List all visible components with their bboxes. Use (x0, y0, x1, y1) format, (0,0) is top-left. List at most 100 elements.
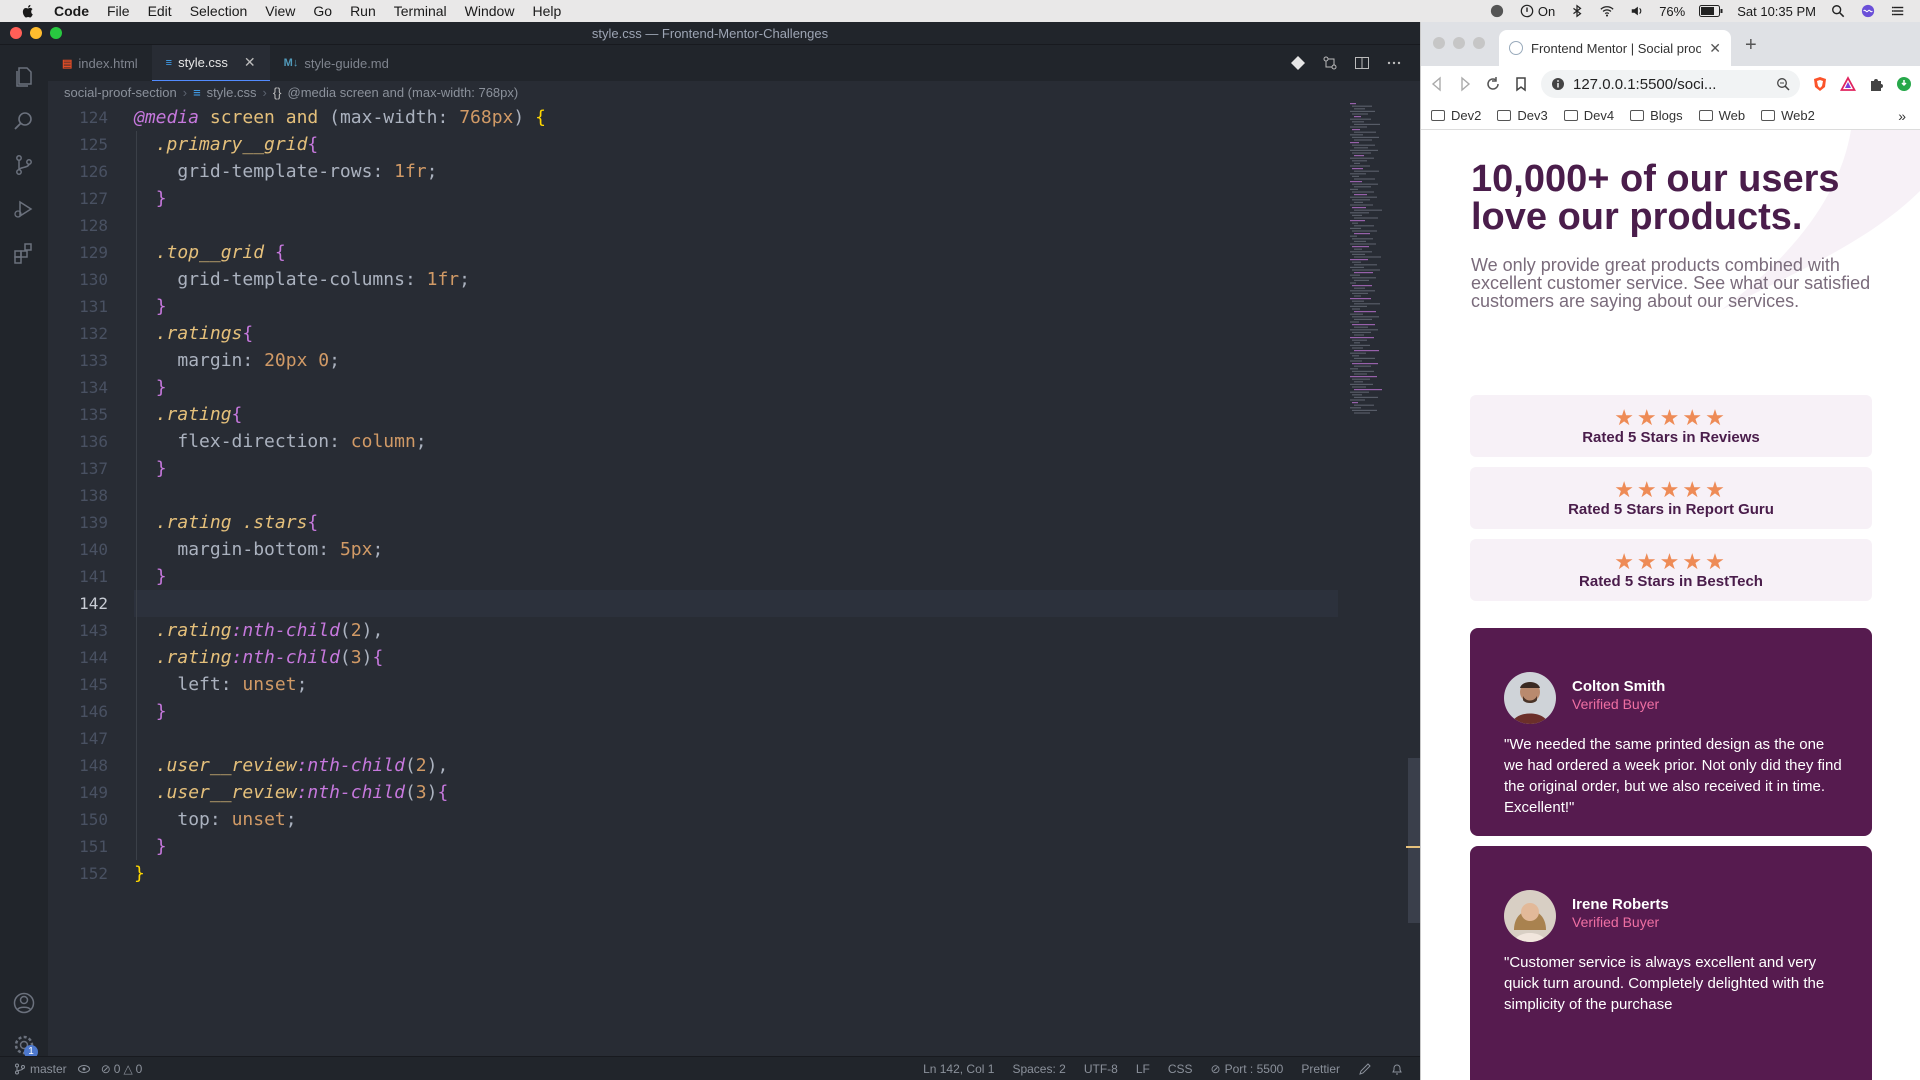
address-bar[interactable]: 127.0.0.1:5500/soci... (1541, 70, 1800, 98)
menu-terminal[interactable]: Terminal (394, 3, 447, 19)
source-control-icon[interactable] (12, 153, 36, 177)
account-icon[interactable] (12, 991, 36, 1015)
bookmark-folder-web2[interactable]: Web2 (1761, 108, 1815, 123)
browser-close-button[interactable] (1433, 37, 1445, 49)
feedback-icon[interactable] (1358, 1062, 1372, 1076)
encoding-status[interactable]: UTF-8 (1084, 1062, 1118, 1076)
code-line[interactable]: } (134, 293, 167, 320)
code-line[interactable]: } (134, 563, 167, 590)
code-editor[interactable]: 124 125 126 127 128 129 130 131 132 133 134 135 136 1… (48, 103, 1420, 1056)
code-line[interactable]: } (134, 833, 167, 860)
menu-file[interactable]: File (107, 3, 130, 19)
indentation-status[interactable]: Spaces: 2 (1012, 1062, 1065, 1076)
profile-extension-icon[interactable] (1896, 76, 1912, 92)
code-line[interactable]: } (134, 698, 167, 725)
control-center-icon[interactable] (1890, 4, 1906, 18)
site-info-icon[interactable] (1551, 77, 1565, 91)
browser-minimize-button[interactable] (1453, 37, 1465, 49)
code-line[interactable]: left: unset; (134, 671, 307, 698)
browser-maximize-button[interactable] (1473, 37, 1485, 49)
forward-icon[interactable] (1457, 76, 1473, 92)
wifi-icon[interactable] (1599, 4, 1615, 18)
menubar-clock[interactable]: Sat 10:35 PM (1737, 4, 1816, 19)
code-line[interactable]: margin-bottom: 5px; (134, 536, 383, 563)
bookmark-folder-blogs[interactable]: Blogs (1630, 108, 1683, 123)
code-line[interactable]: .user__review:nth-child(3){ (134, 779, 449, 806)
bell-icon[interactable] (1390, 1062, 1404, 1076)
menu-run[interactable]: Run (350, 3, 376, 19)
code-line[interactable]: .ratings{ (134, 320, 254, 347)
menu-app-code[interactable]: Code (54, 3, 89, 19)
bookmark-folder-dev3[interactable]: Dev3 (1497, 108, 1548, 123)
scrollbar-thumb[interactable] (1408, 758, 1420, 923)
bookmarks-overflow-icon[interactable]: » (1898, 108, 1920, 124)
breadcrumb-symbol[interactable]: @media screen and (max-width: 768px) (288, 85, 519, 100)
problems-status[interactable]: ⊘ 0 △ 0 (101, 1062, 143, 1076)
code-line[interactable]: .primary__grid{ (134, 131, 319, 158)
apple-icon[interactable] (20, 3, 36, 19)
menu-go[interactable]: Go (313, 3, 332, 19)
status-circle-icon[interactable] (1489, 4, 1505, 18)
sync-icon[interactable] (77, 1063, 91, 1075)
breadcrumb-file[interactable]: style.css (207, 85, 257, 100)
extensions-puzzle-icon[interactable] (1868, 76, 1884, 92)
reload-icon[interactable] (1485, 76, 1501, 92)
code-line[interactable]: } (134, 860, 145, 887)
code-line[interactable]: .top__grid { (134, 239, 286, 266)
tab-style-css[interactable]: ≡ style.css ✕ (151, 45, 270, 81)
explorer-icon[interactable] (12, 65, 36, 89)
new-tab-button[interactable]: + (1745, 34, 1757, 57)
menu-selection[interactable]: Selection (190, 3, 248, 19)
brave-rewards-icon[interactable] (1840, 76, 1856, 92)
split-editor-icon[interactable] (1354, 55, 1370, 71)
live-server-status[interactable]: ⊘ Port : 5500 (1211, 1062, 1284, 1076)
code-line[interactable]: .user__review:nth-child(2), (134, 752, 449, 779)
spotlight-search-icon[interactable] (1830, 4, 1846, 18)
search-icon[interactable] (12, 109, 36, 133)
code-line[interactable]: margin: 20px 0; (134, 347, 340, 374)
close-tab-icon[interactable]: ✕ (1709, 40, 1721, 57)
open-changes-icon[interactable] (1322, 55, 1338, 71)
tab-style-guide-md[interactable]: M↓ style-guide.md (270, 45, 403, 81)
code-line[interactable]: } (134, 374, 167, 401)
prettier-status[interactable]: Prettier (1301, 1062, 1340, 1076)
git-branch-status[interactable]: master (14, 1062, 67, 1076)
breadcrumb-folder[interactable]: social-proof-section (64, 85, 177, 100)
menu-window[interactable]: Window (465, 3, 515, 19)
code-line[interactable]: grid-template-columns: 1fr; (134, 266, 470, 293)
siri-icon[interactable] (1860, 4, 1876, 18)
volume-icon[interactable] (1629, 4, 1645, 18)
bookmark-folder-dev2[interactable]: Dev2 (1431, 108, 1481, 123)
eol-status[interactable]: LF (1136, 1062, 1150, 1076)
menu-view[interactable]: View (265, 3, 295, 19)
bookmark-folder-web[interactable]: Web (1698, 108, 1745, 123)
language-mode[interactable]: CSS (1168, 1062, 1193, 1076)
more-actions-icon[interactable] (1386, 55, 1402, 71)
code-line[interactable]: grid-template-rows: 1fr; (134, 158, 437, 185)
code-line[interactable]: .rating:nth-child(3){ (134, 644, 384, 671)
code-line[interactable]: top: unset; (134, 806, 296, 833)
battery-icon[interactable] (1699, 5, 1723, 17)
back-icon[interactable] (1429, 76, 1445, 92)
bookmark-folder-dev4[interactable]: Dev4 (1563, 108, 1614, 123)
code-line[interactable]: flex-direction: column; (134, 428, 426, 455)
git-lens-icon[interactable] (1290, 55, 1306, 71)
run-debug-icon[interactable] (12, 197, 36, 221)
brave-shield-icon[interactable] (1812, 76, 1828, 92)
bookmark-icon[interactable] (1513, 76, 1529, 92)
bluetooth-icon[interactable] (1569, 4, 1585, 18)
browser-tab[interactable]: Frontend Mentor | Social proof s ✕ (1499, 30, 1731, 66)
menu-help[interactable]: Help (532, 3, 561, 19)
extensions-icon[interactable] (12, 241, 36, 265)
menu-edit[interactable]: Edit (148, 3, 172, 19)
cursor-position[interactable]: Ln 142, Col 1 (923, 1062, 994, 1076)
code-line[interactable]: .rating .stars{ (134, 509, 319, 536)
zoom-icon[interactable] (1776, 77, 1790, 91)
code-line[interactable]: .rating:nth-child(2), (134, 617, 384, 644)
code-line[interactable]: } (134, 455, 167, 482)
code-line[interactable]: .rating{ (134, 401, 243, 428)
tab-index-html[interactable]: ▤ index.html (48, 45, 152, 81)
focus-status[interactable]: On (1519, 4, 1555, 19)
code-line[interactable]: @media screen and (max-width: 768px) { (134, 104, 546, 131)
close-tab-icon[interactable]: ✕ (244, 54, 256, 71)
